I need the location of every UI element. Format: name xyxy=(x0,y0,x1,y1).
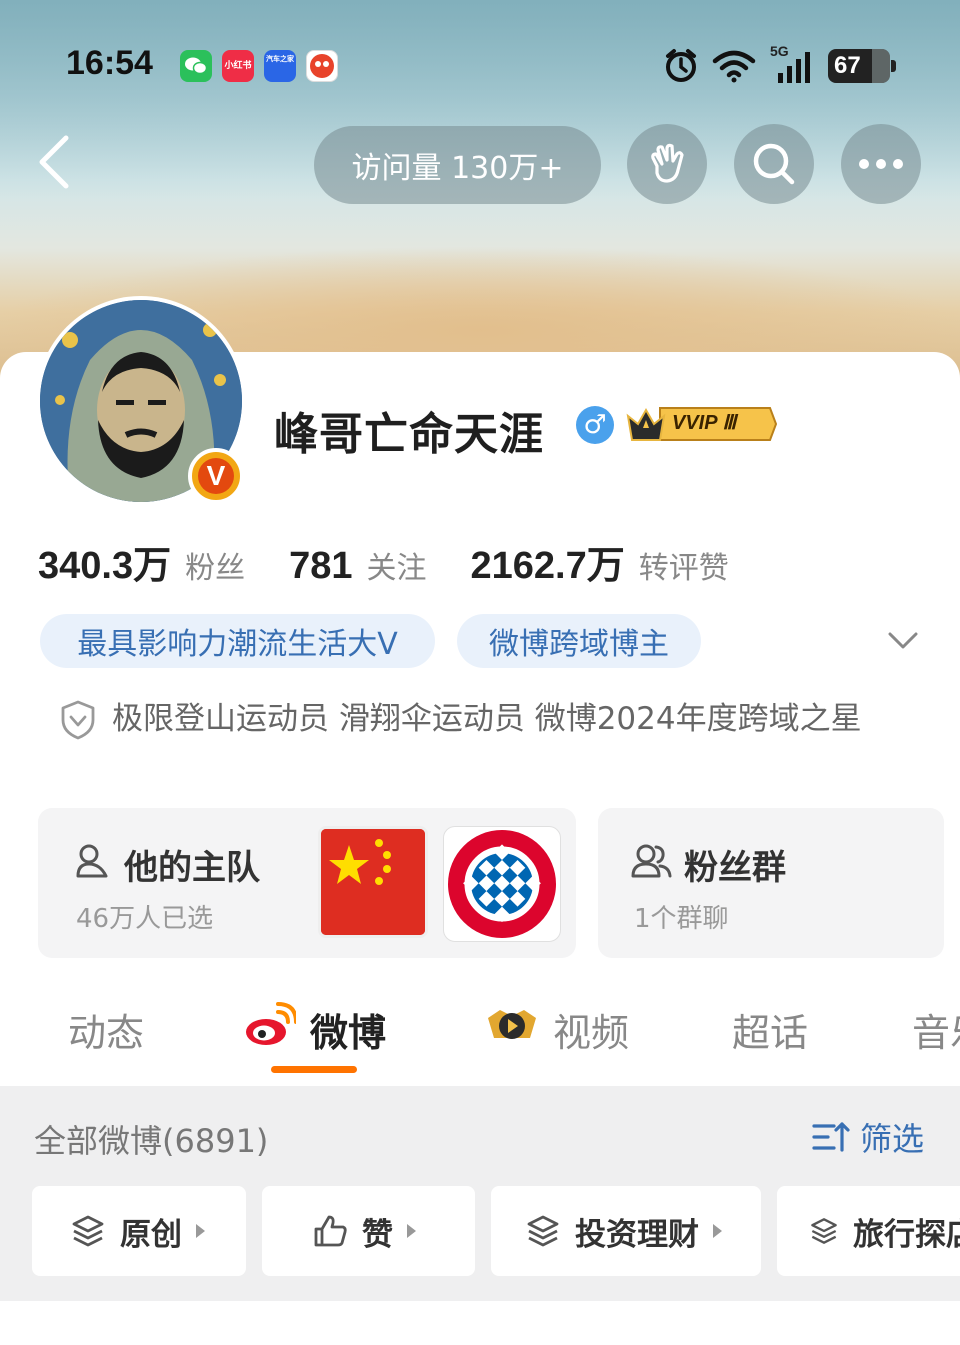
chip-arrow-icon xyxy=(407,1224,416,1238)
fans-group-sub: 1个群聊 xyxy=(634,904,729,934)
tab-video[interactable]: 视频 xyxy=(553,1002,629,1057)
cellular-signal-icon: 5G xyxy=(770,43,814,85)
thumbs-up-icon xyxy=(314,1215,347,1247)
search-button[interactable] xyxy=(734,124,814,204)
china-flag-icon xyxy=(318,826,428,938)
tab-dynamics[interactable]: 动态 xyxy=(68,1002,144,1057)
layers-icon xyxy=(811,1218,837,1244)
chevron-left-icon xyxy=(39,135,69,189)
followers-count[interactable]: 340.3万 xyxy=(38,534,171,589)
verified-mark: V xyxy=(198,458,234,494)
greet-button[interactable] xyxy=(627,124,707,204)
more-button[interactable] xyxy=(841,124,921,204)
chip-travel-label: 旅行探店 xyxy=(853,1216,960,1253)
all-posts-label: 全部微博(6891) xyxy=(34,1122,269,1160)
wave-hand-icon xyxy=(651,143,684,183)
gender-male-icon: ♂ xyxy=(576,406,614,444)
followers-label[interactable]: 粉丝 xyxy=(185,543,245,587)
wifi-icon xyxy=(712,50,756,83)
team-box-sub: 46万人已选 xyxy=(76,904,214,934)
layers-icon xyxy=(72,1215,104,1247)
visits-button[interactable]: 访问量 130万+ xyxy=(314,126,601,204)
bottom-strip xyxy=(0,1301,960,1345)
tab-supertopic[interactable]: 超话 xyxy=(732,1002,808,1057)
team-box-title: 他的主队 xyxy=(124,848,260,888)
chip-arrow-icon xyxy=(713,1224,722,1238)
weibo-logo-icon xyxy=(242,1002,298,1052)
chip-likes[interactable]: 赞 xyxy=(262,1186,475,1276)
tag-influence[interactable]: 最具影响力潮流生活大V xyxy=(40,614,435,668)
fc-bayern-logo-icon xyxy=(443,826,561,942)
tag-crossdomain[interactable]: 微博跨域博主 xyxy=(457,614,701,668)
profile-page: 16:54 小红书 汽车之家 5G 67 访问量 130万+ V 峰哥亡命天涯 … xyxy=(0,0,960,1345)
fans-group-title: 粉丝群 xyxy=(684,848,786,888)
back-button[interactable] xyxy=(32,132,80,192)
chip-investment[interactable]: 投资理财 xyxy=(491,1186,761,1276)
video-badge-icon xyxy=(484,1002,540,1052)
taobao-app-icon xyxy=(306,50,338,82)
filter-sort-icon xyxy=(812,1122,850,1152)
autohome-icon: 汽车之家 xyxy=(264,50,296,82)
chip-investment-label: 投资理财 xyxy=(575,1216,699,1253)
profile-tabs: 动态 微博 视频 超话 音乐 xyxy=(0,994,960,1078)
following-count[interactable]: 781 xyxy=(289,545,352,588)
status-indicators: 5G 67 xyxy=(664,43,896,86)
interactions-label: 转评赞 xyxy=(638,551,729,586)
wechat-icon xyxy=(180,50,212,82)
verified-badge-icon: V xyxy=(188,448,244,504)
chip-likes-label: 赞 xyxy=(362,1216,393,1253)
status-bar: 16:54 小红书 汽车之家 5G 67 xyxy=(0,40,960,96)
group-icon xyxy=(631,844,672,878)
profile-stats: 340.3万 粉丝 781 关注 2162.7万 转评赞 xyxy=(38,534,773,589)
more-dots-icon xyxy=(859,159,903,169)
shield-icon xyxy=(60,700,96,740)
following-label[interactable]: 关注 xyxy=(367,543,427,587)
search-icon xyxy=(753,143,795,185)
vip-label: VVIP Ⅲ xyxy=(672,412,737,434)
expand-button[interactable] xyxy=(886,624,920,658)
active-tab-indicator xyxy=(271,1066,357,1073)
chip-travel[interactable]: 旅行探店 xyxy=(777,1186,960,1276)
tab-music[interactable]: 音乐 xyxy=(912,1002,960,1057)
filter-label: 筛选 xyxy=(860,1120,925,1158)
alarm-icon xyxy=(666,49,696,82)
vip-badge[interactable]: VVIP Ⅲ xyxy=(624,402,778,446)
interactions-count: 2162.7万 xyxy=(470,545,625,587)
xiaohongshu-icon: 小红书 xyxy=(222,50,254,82)
tab-weibo[interactable]: 微博 xyxy=(310,1002,386,1057)
filter-button[interactable]: 筛选 xyxy=(812,1114,924,1160)
chip-original[interactable]: 原创 xyxy=(32,1186,246,1276)
status-time: 16:54 xyxy=(66,44,153,82)
chevron-down-icon xyxy=(888,632,918,649)
team-icon xyxy=(76,844,108,878)
battery-indicator: 67 xyxy=(828,49,896,83)
profile-bio: 极限登山运动员 滑翔伞运动员 微博2024年度跨域之星 xyxy=(112,701,862,737)
chip-original-label: 原创 xyxy=(120,1216,182,1253)
battery-level: 67 xyxy=(834,52,861,79)
chip-arrow-icon xyxy=(196,1224,205,1238)
layers-icon xyxy=(527,1215,559,1247)
network-type: 5G xyxy=(770,43,789,59)
username: 峰哥亡命天涯 xyxy=(274,409,544,460)
